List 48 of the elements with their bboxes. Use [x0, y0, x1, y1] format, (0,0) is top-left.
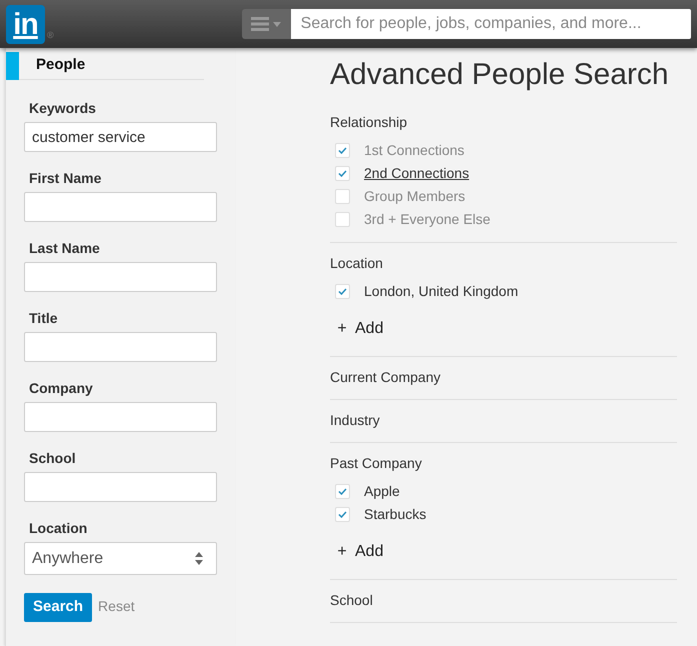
field-label: Keywords [29, 100, 97, 117]
check-icon [338, 288, 347, 295]
checkbox[interactable] [335, 484, 350, 499]
check-icon [338, 147, 347, 154]
menu-icon [251, 17, 270, 31]
option-label[interactable]: 2nd Connections [364, 163, 470, 184]
add-button[interactable]: + Add [335, 540, 384, 564]
section-heading: Industry [330, 411, 381, 430]
people-tab[interactable]: People [6, 52, 204, 80]
location-select[interactable]: Anywhere [24, 542, 217, 575]
section-heading: Current Company [330, 368, 442, 387]
search-field[interactable]: Search for people, jobs, companies, and more... [290, 9, 691, 39]
check-icon [338, 170, 347, 177]
option-label[interactable]: Apple [364, 481, 400, 502]
checkbox[interactable] [335, 212, 350, 227]
logo[interactable]: in [6, 4, 45, 44]
checkbox[interactable] [335, 284, 350, 299]
input-field[interactable]: customer service [24, 122, 217, 152]
field-label: Company [29, 380, 94, 397]
input-field[interactable] [24, 332, 217, 362]
field-label: School [29, 450, 77, 467]
section-heading: Location [330, 254, 384, 273]
search-button[interactable]: Search [24, 593, 92, 622]
option-label[interactable]: London, United Kingdom [364, 281, 518, 302]
check-icon [338, 511, 347, 518]
add-button[interactable]: + Add [335, 317, 384, 341]
sort-arrows-icon [195, 552, 203, 565]
page-title: Advanced People Search [330, 57, 670, 93]
checkbox[interactable] [335, 143, 350, 158]
section-heading: School [330, 591, 374, 610]
input-field[interactable] [24, 472, 217, 502]
field-label: Title [29, 310, 59, 327]
caret-icon [273, 22, 282, 26]
input-field[interactable] [24, 192, 217, 222]
check-icon [338, 488, 347, 495]
section-heading: Past Company [330, 454, 423, 473]
option-label[interactable]: Starbucks [364, 504, 426, 525]
checkbox[interactable] [335, 507, 350, 522]
field-label: First Name [29, 170, 102, 187]
menu-button[interactable] [242, 9, 291, 39]
field-label: Location [29, 520, 88, 537]
checkbox[interactable] [335, 189, 350, 204]
field-label: Last Name [29, 240, 101, 257]
input-field[interactable] [24, 402, 217, 432]
checkbox[interactable] [335, 166, 350, 181]
registered-mark: ® [47, 28, 54, 42]
section-heading: Relationship [330, 113, 408, 132]
input-field[interactable] [24, 262, 217, 292]
